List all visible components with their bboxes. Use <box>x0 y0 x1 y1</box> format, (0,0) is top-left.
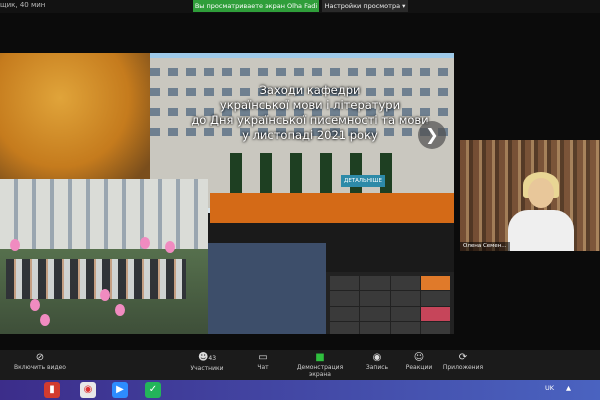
event-group-photo <box>0 179 208 334</box>
gallery-tile <box>420 306 450 322</box>
gallery-tile <box>390 291 420 306</box>
start-video-button[interactable]: ⊘ Включить видео <box>5 352 75 371</box>
gallery-grid <box>326 272 454 334</box>
gallery-tile <box>390 276 420 291</box>
tv-studio-photo <box>208 243 326 334</box>
gallery-tile <box>360 291 390 306</box>
photo-people <box>6 259 186 299</box>
start-video-label: Включить видео <box>14 364 66 371</box>
gallery-tile <box>420 322 450 334</box>
zoom-icon[interactable]: ▶ <box>112 382 128 398</box>
balloon <box>40 314 50 326</box>
gallery-tile <box>330 306 360 322</box>
chrome-icon[interactable]: ◉ <box>80 382 96 398</box>
shared-screen: Заходи кафедри української мови і літера… <box>0 53 454 334</box>
details-button[interactable]: ДЕТАЛЬНІШЕ <box>341 175 385 187</box>
share-banner: Вы просматриваете экран Olha Fadi <box>193 0 319 12</box>
participants-count: 43 <box>208 355 217 362</box>
view-settings-button[interactable]: Настройки просмотра ▾ <box>322 0 408 12</box>
gallery-tile <box>420 276 450 291</box>
next-slide-arrow-icon[interactable]: ❯ <box>418 121 446 149</box>
app-icon[interactable]: ▮ <box>44 382 60 398</box>
language-indicator[interactable]: UK <box>545 384 554 392</box>
apps-icon: ⟳ <box>458 352 468 363</box>
slide-title-line: української мови і літератури <box>219 98 401 112</box>
meeting-top-bar: щик, 40 мин Вы просматриваете экран Olha… <box>0 0 600 13</box>
recording-time: щик, 40 мин <box>0 1 46 9</box>
speaker-name-label: Олена Семен... <box>460 242 510 251</box>
speaker-face <box>528 178 554 208</box>
video-off-icon: ⊘ <box>35 352 45 363</box>
participants-label: Участники <box>190 365 224 372</box>
gallery-tile <box>330 322 360 334</box>
orange-shrubs-image <box>210 193 454 223</box>
chat-label: Чат <box>257 364 269 371</box>
view-settings-label: Настройки просмотра <box>324 2 401 10</box>
balloon <box>10 239 20 251</box>
balloon <box>140 237 150 249</box>
gallery-tile <box>390 322 420 334</box>
apps-label: Приложения <box>442 364 484 371</box>
gallery-tile <box>360 276 390 291</box>
slide-title-line: Заходи кафедри <box>259 83 361 97</box>
balloon <box>30 299 40 311</box>
gallery-tile <box>420 291 450 306</box>
balloon <box>115 304 125 316</box>
building-windows <box>150 68 450 76</box>
gallery-tile <box>360 322 390 334</box>
os-taskbar: ▮ ◉ ▶ ✓ UK ▲ <box>0 380 600 400</box>
slide-title: Заходи кафедри української мови і літера… <box>190 83 430 143</box>
security-icon[interactable]: ✓ <box>145 382 161 398</box>
tray-arrow-icon[interactable]: ▲ <box>566 384 571 392</box>
slide-title-line: у листопаді 2021 року <box>242 128 378 142</box>
gallery-tile <box>330 276 360 291</box>
speaker-video[interactable]: Олена Семен... <box>460 140 600 251</box>
gallery-tile <box>330 291 360 306</box>
meeting-toolbar: ⊘ Включить видео ☻43 Участники ▭ Чат ■ Д… <box>0 350 600 380</box>
share-screen-label: Демонстрация экрана <box>296 364 344 378</box>
photo-building <box>0 179 208 249</box>
speaker-body <box>508 210 574 251</box>
zoom-gallery-photo <box>326 272 454 334</box>
apps-button[interactable]: ⟳ Приложения <box>428 352 498 371</box>
gallery-tile <box>390 306 420 322</box>
gallery-tile <box>360 306 390 322</box>
balloon <box>165 241 175 253</box>
balloon <box>100 289 110 301</box>
slide-title-line: до Дня української писемності та мови <box>191 113 429 127</box>
